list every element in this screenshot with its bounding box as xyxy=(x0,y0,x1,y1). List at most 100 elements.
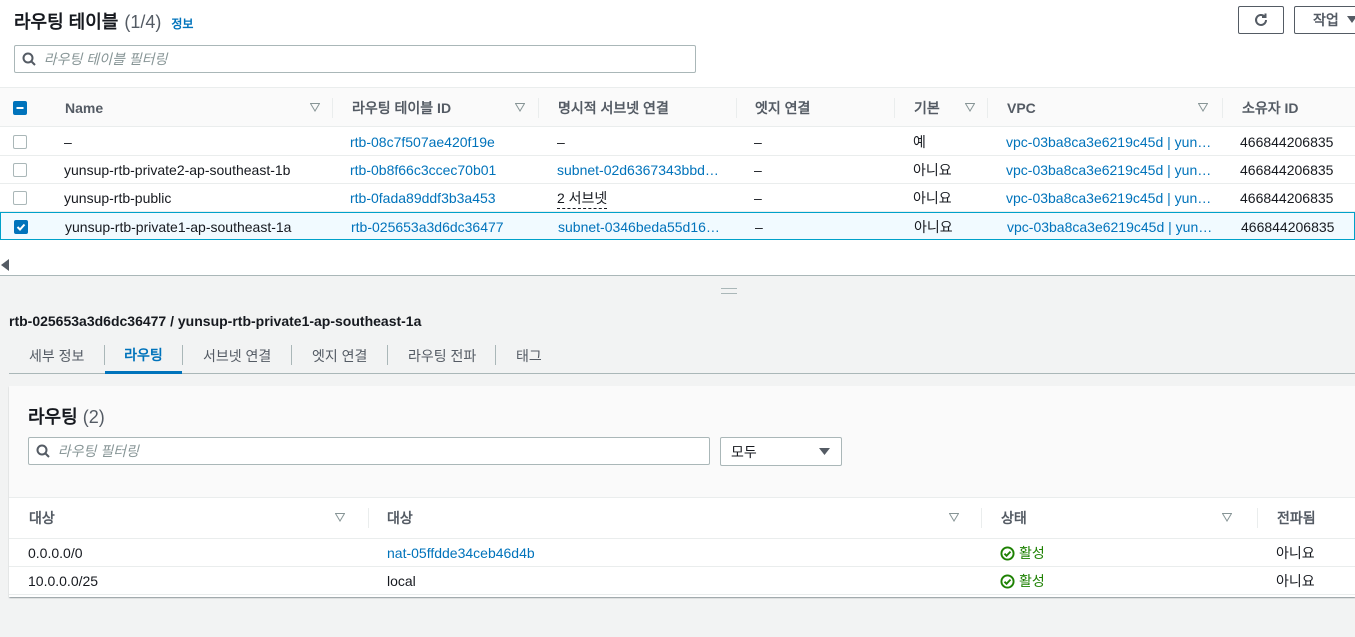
cell-vpc[interactable]: vpc-03ba8ca3e6219c45d | yun… xyxy=(1006,184,1217,212)
cell-subnet-association: 2 서브넷 xyxy=(557,184,727,212)
cell-destination: 0.0.0.0/0 xyxy=(28,545,83,561)
cell-status: 활성 xyxy=(1000,567,1240,595)
routes-search-input[interactable] xyxy=(57,443,709,459)
row-checkbox[interactable] xyxy=(14,220,28,234)
routes-count: (2) xyxy=(82,407,105,427)
col-status-header[interactable]: 상태 xyxy=(1001,498,1242,538)
cell-propagated: 아니요 xyxy=(1276,545,1315,561)
col-main-header[interactable]: 기본 xyxy=(914,88,985,128)
cell-vpc[interactable]: vpc-03ba8ca3e6219c45d | yun… xyxy=(1006,128,1217,156)
detail-title: rtb-025653a3d6dc36477 / yunsup-rtb-priva… xyxy=(9,313,422,329)
tab-edge-associations[interactable]: 엣지 연결 xyxy=(312,338,367,374)
col-id-header[interactable]: 라우팅 테이블 ID xyxy=(352,88,535,128)
sort-icon xyxy=(310,103,320,112)
cell-route-table-id[interactable]: rtb-08c7f507ae420f19e xyxy=(350,128,533,156)
cell-target[interactable]: nat-05ffdde34ceb46d4b xyxy=(387,539,967,567)
select-all-checkbox[interactable] xyxy=(13,101,27,115)
route-table-search-input[interactable] xyxy=(43,51,695,67)
info-link[interactable]: 정보 xyxy=(171,15,193,32)
cell-edge-association: – xyxy=(754,162,762,178)
cell-main: 예 xyxy=(913,134,926,150)
table-row[interactable]: yunsup-rtb-private1-ap-southeast-1a rtb-0… xyxy=(0,212,1355,240)
cell-name: yunsup-rtb-public xyxy=(64,190,172,206)
cell-subnet-association[interactable]: subnet-0346beda55d16… xyxy=(558,213,728,241)
cell-main: 아니요 xyxy=(913,190,952,206)
cell-vpc[interactable]: vpc-03ba8ca3e6219c45d | yun… xyxy=(1006,156,1217,184)
search-icon xyxy=(15,52,44,66)
sort-icon xyxy=(965,103,975,112)
cell-vpc[interactable]: vpc-03ba8ca3e6219c45d | yun… xyxy=(1007,213,1218,241)
panel-resize-handle[interactable] xyxy=(721,288,737,294)
sort-icon xyxy=(515,103,525,112)
sort-icon xyxy=(335,513,345,522)
col-propagated-header[interactable]: 전파됨 xyxy=(1277,498,1355,538)
select-value: 모두 xyxy=(731,443,757,460)
cell-route-table-id[interactable]: rtb-025653a3d6dc36477 xyxy=(351,213,534,241)
routes-filter-select[interactable]: 모두 xyxy=(720,437,842,466)
col-edge-header[interactable]: 엣지 연결 xyxy=(755,88,890,128)
table-row[interactable]: – rtb-08c7f507ae420f19e – – 예 vpc-03ba8ca3e62… xyxy=(0,128,1355,156)
search-icon xyxy=(29,444,58,458)
route-row: 10.0.0.0/25 local 활성 아니요 xyxy=(9,567,1355,595)
cell-name: – xyxy=(64,134,72,150)
sort-icon xyxy=(1198,103,1208,112)
table-row[interactable]: yunsup-rtb-public rtb-0fada89ddf3b3a453 2 … xyxy=(0,184,1355,212)
cell-main: 아니요 xyxy=(914,219,953,235)
scroll-left-icon[interactable] xyxy=(0,258,10,272)
actions-label: 작업 xyxy=(1313,12,1339,28)
col-subnet-header[interactable]: 명시적 서브넷 연결 xyxy=(558,88,728,128)
table-row[interactable]: yunsup-rtb-private2-ap-southeast-1b rtb-0… xyxy=(0,156,1355,184)
tab-details[interactable]: 세부 정보 xyxy=(29,338,84,374)
cell-main: 아니요 xyxy=(913,162,952,178)
row-checkbox[interactable] xyxy=(13,135,27,149)
page-title: 라우팅 테이블 xyxy=(14,12,119,32)
tab-tags[interactable]: 태그 xyxy=(516,338,542,374)
col-destination-header[interactable]: 대상 xyxy=(29,498,355,538)
cell-status: 활성 xyxy=(1000,539,1240,567)
cell-owner-id: 466844206835 xyxy=(1240,190,1334,206)
cell-name: yunsup-rtb-private1-ap-southeast-1a xyxy=(65,219,292,235)
routes-title: 라우팅 (2) xyxy=(28,407,105,427)
route-table-search[interactable] xyxy=(14,45,696,73)
route-tables-panel: 라우팅 테이블 (1/4) 정보 작업 Name 라우팅 테이블 ID xyxy=(0,0,1355,276)
cell-owner-id: 466844206835 xyxy=(1241,219,1335,235)
caret-down-icon xyxy=(819,448,830,455)
actions-button[interactable]: 작업 xyxy=(1294,6,1355,34)
page-count: (1/4) xyxy=(124,12,162,32)
cell-target: local xyxy=(387,573,416,589)
cell-edge-association: – xyxy=(755,219,763,235)
table-header: Name 라우팅 테이블 ID 명시적 서브넷 연결 엣지 연결 기본 VPC … xyxy=(0,87,1355,127)
cell-subnet-association[interactable]: subnet-02d6367343bbd… xyxy=(557,156,727,184)
page-header: 라우팅 테이블 (1/4) 정보 xyxy=(14,8,193,34)
cell-destination: 10.0.0.0/25 xyxy=(28,573,99,589)
sort-icon xyxy=(949,513,959,522)
cell-owner-id: 466844206835 xyxy=(1240,162,1334,178)
tab-routes[interactable]: 라우팅 xyxy=(105,338,182,374)
col-name-header[interactable]: Name xyxy=(65,88,330,128)
caret-down-icon xyxy=(1346,16,1355,23)
cell-edge-association: – xyxy=(754,134,762,150)
cell-route-table-id[interactable]: rtb-0fada89ddf3b3a453 xyxy=(350,184,533,212)
cell-edge-association: – xyxy=(754,190,762,206)
row-checkbox[interactable] xyxy=(13,191,27,205)
cell-subnet-association: – xyxy=(557,134,565,150)
cell-owner-id: 466844206835 xyxy=(1240,134,1334,150)
row-checkbox[interactable] xyxy=(13,163,27,177)
success-icon xyxy=(1000,573,1015,589)
route-row: 0.0.0.0/0 nat-05ffdde34ceb46d4b 활성 아니요 xyxy=(9,539,1355,567)
cell-route-table-id[interactable]: rtb-0b8f66c3ccec70b01 xyxy=(350,156,533,184)
tab-route-propagation[interactable]: 라우팅 전파 xyxy=(408,338,476,374)
success-icon xyxy=(1000,545,1015,561)
cell-name: yunsup-rtb-private2-ap-southeast-1b xyxy=(64,162,291,178)
routes-search[interactable] xyxy=(28,437,710,465)
col-owner-header[interactable]: 소유자 ID xyxy=(1242,88,1352,128)
col-target-header[interactable]: 대상 xyxy=(387,498,969,538)
detail-tabs: 세부 정보 라우팅 서브넷 연결 엣지 연결 라우팅 전파 태그 xyxy=(9,338,1355,374)
cell-propagated: 아니요 xyxy=(1276,573,1315,589)
routes-card: 라우팅 (2) 모두 대상 대상 상태 전파됨 0.0.0.0/0 nat-05f… xyxy=(9,386,1355,597)
col-vpc-header[interactable]: VPC xyxy=(1007,88,1218,128)
sort-icon xyxy=(1222,513,1232,522)
refresh-button[interactable] xyxy=(1238,6,1284,34)
refresh-icon xyxy=(1255,13,1267,26)
tab-subnet-associations[interactable]: 서브넷 연결 xyxy=(203,338,271,374)
